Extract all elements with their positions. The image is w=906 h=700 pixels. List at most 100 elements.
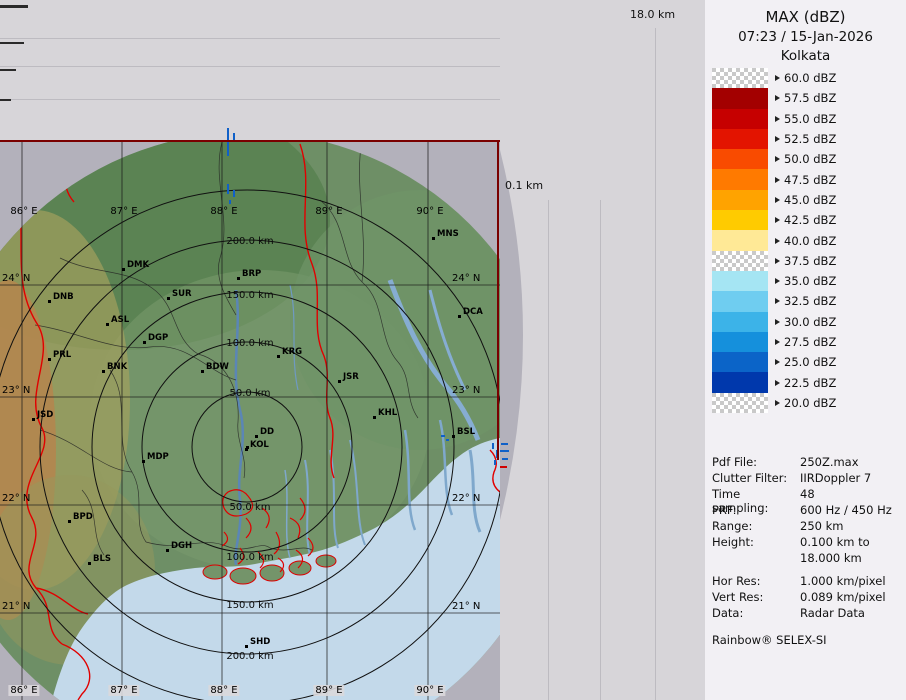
metadata-label: Clutter Filter: [712, 471, 800, 487]
city-dot [255, 435, 258, 438]
legend-swatch [712, 169, 768, 189]
height-gridline [655, 28, 656, 700]
legend-swatch [712, 230, 768, 250]
city-label: JSD [37, 410, 53, 420]
metadata-label: Time sampling: [712, 487, 800, 503]
legend-arrow-icon [775, 359, 780, 365]
height-gridline [600, 200, 601, 700]
legend-swatch [712, 68, 768, 88]
range-ring-label: 100.0 km [226, 338, 273, 349]
legend-entry: 50.0 dBZ [712, 149, 836, 169]
legend-swatch [712, 149, 768, 169]
metadata-value: 48 [800, 487, 815, 503]
radar-display: 18.0 km 0.1 km [0, 0, 906, 700]
legend-label: 20.0 dBZ [784, 396, 836, 410]
metadata-row: Vert Res:0.089 km/pixel [712, 590, 902, 606]
legend-entry: 32.5 dBZ [712, 291, 836, 311]
legend-entry: 60.0 dBZ [712, 68, 836, 88]
city-dot [277, 355, 280, 358]
city-dot [338, 380, 341, 383]
lon-label: 87° E [110, 206, 137, 217]
city-dot [48, 300, 51, 303]
station-name: Kolkata [705, 48, 906, 64]
city-dot [88, 562, 91, 565]
metadata-label: Pdf File: [712, 455, 800, 471]
legend-entry: 45.0 dBZ [712, 190, 836, 210]
legend-label: 52.5 dBZ [784, 132, 836, 146]
metadata-label: Data: [712, 606, 800, 622]
city-label: MDP [147, 452, 169, 462]
city-dot [458, 315, 461, 318]
metadata-value: 0.089 km/pixel [800, 590, 886, 606]
lon-label: 86° E [8, 685, 39, 696]
city-label: BLS [93, 554, 111, 564]
city-dot [452, 435, 455, 438]
top-height-projection-panel [0, 0, 500, 140]
legend-label: 55.0 dBZ [784, 112, 836, 126]
legend-entry: 30.0 dBZ [712, 312, 836, 332]
lon-label: 88° E [208, 685, 239, 696]
legend-label: 50.0 dBZ [784, 152, 836, 166]
legend-entry: 52.5 dBZ [712, 129, 836, 149]
city-label: KOL [250, 440, 269, 450]
metadata-block: Pdf File:250Z.maxClutter Filter:IIRDoppl… [712, 455, 902, 647]
legend-entry: 25.0 dBZ [712, 352, 836, 372]
lat-label: 24° N [2, 273, 30, 284]
legend-entry: 20.0 dBZ [712, 393, 836, 413]
height-gridline [0, 38, 500, 39]
legend-entry: 22.5 dBZ [712, 372, 836, 392]
metadata-value: 600 Hz / 450 Hz [800, 503, 892, 519]
metadata-row: Time sampling:48 [712, 487, 902, 503]
product-header: MAX (dBZ) 07:23 / 15-Jan-2026 Kolkata [705, 8, 906, 64]
range-ring-label: 200.0 km [226, 236, 273, 247]
legend-swatch [712, 372, 768, 392]
radar-echo [227, 128, 229, 140]
city-label: BDW [206, 362, 229, 372]
city-dot [48, 358, 51, 361]
city-dot [166, 549, 169, 552]
legend-swatch [712, 88, 768, 108]
lon-label: 90° E [416, 206, 443, 217]
radar-echo [500, 450, 509, 452]
height-gridline [548, 200, 549, 700]
legend-label: 37.5 dBZ [784, 254, 836, 268]
range-ring-label: 200.0 km [226, 651, 273, 662]
metadata-value: 0.100 km to [800, 535, 870, 551]
radar-echo [502, 458, 508, 460]
city-label: JSR [343, 372, 359, 382]
legend-swatch [712, 129, 768, 149]
legend-label: 27.5 dBZ [784, 335, 836, 349]
legend-swatch [712, 271, 768, 291]
lon-label: 89° E [313, 685, 344, 696]
city-dot [373, 416, 376, 419]
legend-label: 40.0 dBZ [784, 234, 836, 248]
metadata-row: Range:250 km [712, 519, 902, 535]
city-dot [245, 448, 248, 451]
lon-label: 86° E [10, 206, 37, 217]
legend-label: 57.5 dBZ [784, 91, 836, 105]
city-label: BNK [107, 362, 127, 372]
range-ring-label: 50.0 km [230, 388, 271, 399]
legend-entry: 42.5 dBZ [712, 210, 836, 230]
lon-label: 89° E [315, 206, 342, 217]
city-label: MNS [437, 229, 459, 239]
legend-label: 25.0 dBZ [784, 355, 836, 369]
metadata-row: Data:Radar Data [712, 606, 902, 622]
lat-label: 22° N [2, 493, 30, 504]
city-dot [68, 520, 71, 523]
legend-label: 45.0 dBZ [784, 193, 836, 207]
city-label: BSL [457, 427, 475, 437]
legend-swatch [712, 352, 768, 372]
metadata-label [712, 551, 800, 567]
legend-arrow-icon [775, 177, 780, 183]
city-dot [237, 277, 240, 280]
product-datetime: 07:23 / 15-Jan-2026 [705, 29, 906, 45]
echo-mark [0, 99, 11, 101]
range-ring-label: 150.0 km [226, 600, 273, 611]
city-label: BRP [242, 269, 261, 279]
city-label: SUR [172, 289, 192, 299]
legend-arrow-icon [775, 75, 780, 81]
map-overlays: MNSDMKBRPSURDNBDCAASLDGPKRGPRLBNKBDWJSRK… [0, 140, 500, 700]
legend-swatch [712, 291, 768, 311]
lat-label: 22° N [452, 493, 480, 504]
